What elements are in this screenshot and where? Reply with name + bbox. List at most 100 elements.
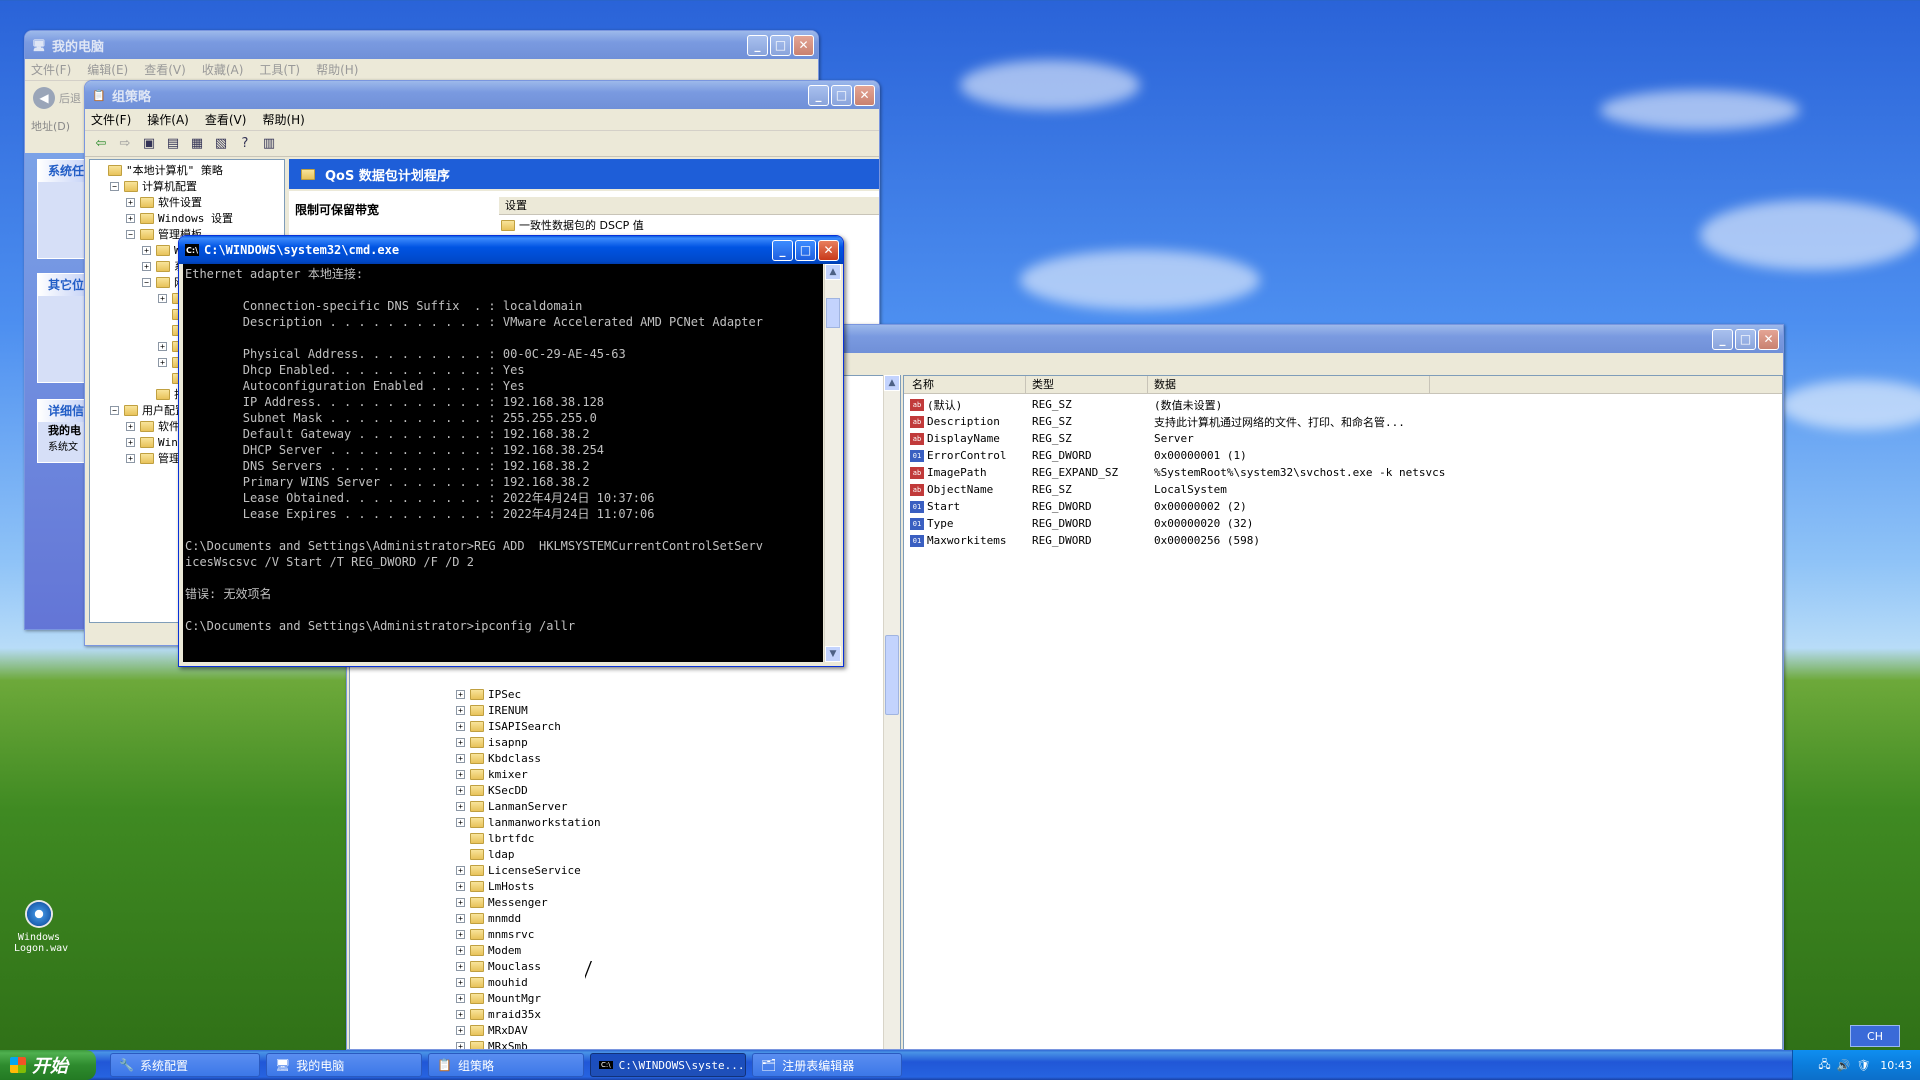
scroll-down-button[interactable]: ▼ xyxy=(825,646,841,662)
collapse-icon[interactable]: − xyxy=(126,229,135,239)
tree-node[interactable]: "本地计算机" 策略 xyxy=(90,162,284,178)
maximize-button[interactable]: □ xyxy=(1735,328,1756,350)
registry-key[interactable]: + ISAPISearch xyxy=(350,718,900,734)
back-icon[interactable]: ⇦ xyxy=(91,134,111,154)
registry-key[interactable]: + Kbdclass xyxy=(350,750,900,766)
collapse-icon[interactable]: − xyxy=(110,181,119,191)
help-icon[interactable]: ? xyxy=(235,134,255,154)
registry-value-row[interactable]: ab ImagePath REG_EXPAND_SZ %SystemRoot%\sys… xyxy=(910,464,1782,481)
expand-icon[interactable]: + xyxy=(456,1041,465,1049)
expand-icon[interactable]: + xyxy=(126,437,135,447)
properties-icon[interactable]: ▧ xyxy=(211,134,231,154)
expand-icon[interactable]: + xyxy=(456,913,465,923)
registry-key[interactable]: + mnmsrvc xyxy=(350,926,900,942)
expand-icon[interactable]: + xyxy=(126,453,135,463)
expand-icon[interactable]: + xyxy=(456,961,465,971)
volume-icon[interactable]: 🔊 xyxy=(1837,1059,1851,1072)
desktop-icon-logon-wav[interactable]: Windows Logon.wav xyxy=(14,900,68,954)
expand-icon[interactable]: + xyxy=(456,689,465,699)
registry-key[interactable]: + MRxSmb xyxy=(350,1038,900,1049)
scroll-up-button[interactable]: ▲ xyxy=(825,264,841,280)
console-scrollbar[interactable]: ▲ ▼ xyxy=(824,264,841,662)
registry-key[interactable]: + LmHosts xyxy=(350,878,900,894)
expand-icon[interactable]: + xyxy=(456,801,465,811)
menu-help[interactable]: 帮助(H) xyxy=(262,111,304,128)
up-folder-icon[interactable]: ▣ xyxy=(139,134,159,154)
console-output[interactable]: Ethernet adapter 本地连接: Connection-specif… xyxy=(183,264,823,662)
scroll-up-button[interactable]: ▲ xyxy=(884,375,900,391)
language-bar[interactable]: CH xyxy=(1850,1025,1900,1047)
task-cmd[interactable]: C:\ C:\WINDOWS\syste... xyxy=(590,1053,746,1077)
expand-icon[interactable]: + xyxy=(158,293,167,303)
expand-icon[interactable]: + xyxy=(142,245,151,255)
registry-key[interactable]: + Mouclass xyxy=(350,958,900,974)
start-button[interactable]: 开始 xyxy=(0,1050,96,1080)
column-name[interactable]: 名称 xyxy=(904,376,1026,393)
menu-file[interactable]: 文件(F) xyxy=(31,61,71,78)
registry-key[interactable]: + lanmanworkstation xyxy=(350,814,900,830)
close-button[interactable]: ✕ xyxy=(793,34,814,56)
expand-icon[interactable]: + xyxy=(456,817,465,827)
menu-action[interactable]: 操作(A) xyxy=(147,111,189,128)
collapse-icon[interactable]: − xyxy=(142,277,151,287)
registry-key[interactable]: + MountMgr xyxy=(350,990,900,1006)
close-button[interactable]: ✕ xyxy=(818,239,839,261)
registry-key[interactable]: + IRENUM xyxy=(350,702,900,718)
network-icon[interactable]: 🖧 xyxy=(1818,1056,1830,1075)
menu-help[interactable]: 帮助(H) xyxy=(316,61,358,78)
task-msconfig[interactable]: 🔧 系统配置 xyxy=(110,1053,260,1077)
registry-key[interactable]: + MRxDAV xyxy=(350,1022,900,1038)
menu-tools[interactable]: 工具(T) xyxy=(259,61,300,78)
registry-value-row[interactable]: 01 ErrorControl REG_DWORD 0x00000001 (1) xyxy=(910,447,1782,464)
expand-icon[interactable]: + xyxy=(456,977,465,987)
tree-node[interactable]: + Windows 设置 xyxy=(90,210,284,226)
expand-icon[interactable]: + xyxy=(456,945,465,955)
tree-node[interactable]: − 计算机配置 xyxy=(90,178,284,194)
registry-key[interactable]: lbrtfdc xyxy=(350,830,900,846)
close-button[interactable]: ✕ xyxy=(1758,328,1779,350)
key-tree-scrollbar[interactable]: ▲ xyxy=(883,375,900,1049)
expand-icon[interactable]: + xyxy=(158,341,167,351)
menu-view[interactable]: 查看(V) xyxy=(205,111,247,128)
registry-key[interactable]: + mraid35x xyxy=(350,1006,900,1022)
security-icon[interactable]: 🛡 xyxy=(1856,1059,1870,1072)
panel-title[interactable]: 详细信 xyxy=(38,400,86,422)
registry-key[interactable]: + isapnp xyxy=(350,734,900,750)
registry-key[interactable]: + LanmanServer xyxy=(350,798,900,814)
registry-value-row[interactable]: 01 Type REG_DWORD 0x00000020 (32) xyxy=(910,515,1782,532)
minimize-button[interactable]: _ xyxy=(772,239,793,261)
expand-icon[interactable]: + xyxy=(126,213,135,223)
cmd-titlebar[interactable]: C:\ C:\WINDOWS\system32\cmd.exe _ □ ✕ xyxy=(179,236,843,264)
column-type[interactable]: 类型 xyxy=(1026,376,1148,393)
registry-value-row[interactable]: ab DisplayName REG_SZ Server xyxy=(910,430,1782,447)
registry-key[interactable]: + Messenger xyxy=(350,894,900,910)
expand-icon[interactable]: + xyxy=(456,737,465,747)
close-button[interactable]: ✕ xyxy=(854,84,875,106)
menu-favorites[interactable]: 收藏(A) xyxy=(202,61,244,78)
expand-icon[interactable]: + xyxy=(126,421,135,431)
maximize-button[interactable]: □ xyxy=(831,84,852,106)
registry-key[interactable]: + Modem xyxy=(350,942,900,958)
registry-key[interactable]: ldap xyxy=(350,846,900,862)
expand-icon[interactable]: + xyxy=(158,357,167,367)
registry-value-row[interactable]: ab ObjectName REG_SZ LocalSystem xyxy=(910,481,1782,498)
column-data[interactable]: 数据 xyxy=(1148,376,1430,393)
forward-icon[interactable]: ⇨ xyxy=(115,134,135,154)
expand-icon[interactable]: + xyxy=(456,993,465,1003)
registry-value-row[interactable]: ab Description REG_SZ 支持此计算机通过网络的文件、打印、和命名管… xyxy=(910,413,1782,430)
scroll-thumb[interactable] xyxy=(885,635,899,715)
expand-icon[interactable]: + xyxy=(456,705,465,715)
gpedit-titlebar[interactable]: 📋 组策略 _ □ ✕ xyxy=(85,81,879,109)
collapse-icon[interactable]: − xyxy=(110,405,119,415)
registry-key[interactable]: + kmixer xyxy=(350,766,900,782)
maximize-button[interactable]: □ xyxy=(770,34,791,56)
minimize-button[interactable]: _ xyxy=(808,84,829,106)
registry-value-row[interactable]: 01 Maxworkitems REG_DWORD 0x00000256 (598) xyxy=(910,532,1782,549)
minimize-button[interactable]: _ xyxy=(1712,328,1733,350)
menu-edit[interactable]: 编辑(E) xyxy=(87,61,128,78)
menu-file[interactable]: 文件(F) xyxy=(91,111,131,128)
back-label[interactable]: 后退 xyxy=(59,90,81,106)
expand-icon[interactable]: + xyxy=(142,261,151,271)
export-list-icon[interactable]: ▦ xyxy=(187,134,207,154)
panel-title[interactable]: 系统任 xyxy=(38,160,86,182)
